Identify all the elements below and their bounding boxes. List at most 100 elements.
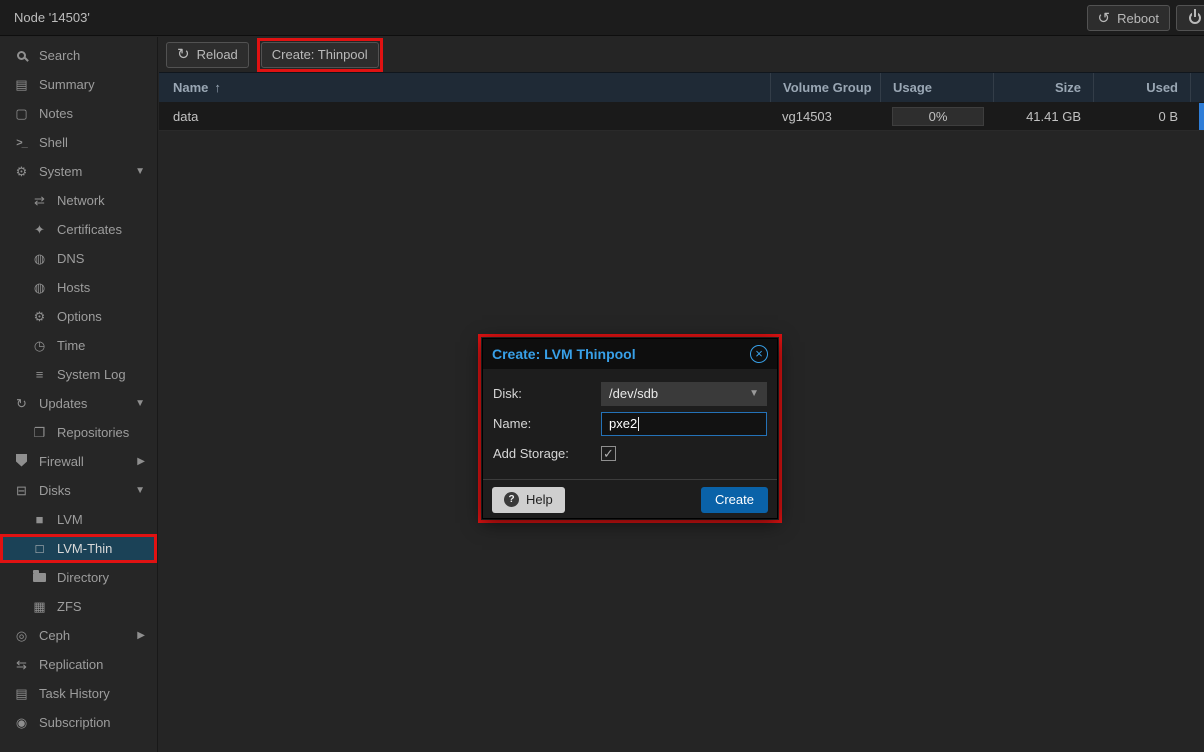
column-header-spacer <box>1190 73 1204 102</box>
sidebar-item-search[interactable]: Search <box>0 41 157 70</box>
chevron-down-icon: ▼ <box>135 485 145 496</box>
sidebar-item-label: ZFS <box>57 599 82 614</box>
sidebar-item-firewall[interactable]: Firewall ▶ <box>0 447 157 476</box>
sidebar-item-subscription[interactable]: ◉ Subscription <box>0 708 157 737</box>
sidebar-item-label: Directory <box>57 570 109 585</box>
table-header: Name ↑ Volume Group Usage Size Used <box>159 72 1204 102</box>
sidebar-item-zfs[interactable]: ▦ ZFS <box>0 592 157 621</box>
sidebar-item-shell[interactable]: >_ Shell <box>0 128 157 157</box>
sidebar-item-label: System Log <box>57 367 126 382</box>
sidebar-item-task-history[interactable]: ▤ Task History <box>0 679 157 708</box>
refresh-icon: ↻ <box>13 396 30 412</box>
cell-used: 0 B <box>1093 102 1190 130</box>
annotation-box: Create: Thinpool <box>257 38 383 72</box>
sidebar-item-label: Search <box>39 48 80 63</box>
hard-drive-icon: ⊟ <box>13 483 30 499</box>
sidebar-item-label: Firewall <box>39 454 84 469</box>
clock-icon: ◷ <box>31 338 48 354</box>
sidebar-item-updates[interactable]: ↻ Updates ▼ <box>0 389 157 418</box>
cell-name: data <box>159 102 770 130</box>
refresh-icon: ↻ <box>177 47 190 62</box>
certificate-icon: ✦ <box>31 222 48 238</box>
sidebar-item-label: Certificates <box>57 222 122 237</box>
target-icon: ◎ <box>13 628 30 644</box>
create-lvm-thinpool-dialog: Create: LVM Thinpool × Disk: /dev/sdb ▼ … <box>482 338 778 519</box>
folder-icon <box>31 570 48 585</box>
shield-icon <box>13 454 30 470</box>
add-storage-field-row: Add Storage: ✓ <box>493 441 767 466</box>
reboot-button[interactable]: ↺ Reboot <box>1087 5 1171 31</box>
dialog-body: Disk: /dev/sdb ▼ Name: pxe2 Add Storage:… <box>483 369 777 479</box>
swap-arrows-icon: ⇄ <box>31 193 48 209</box>
create-thinpool-label: Create: Thinpool <box>272 47 368 62</box>
name-label: Name: <box>493 416 601 431</box>
globe-icon: ◍ <box>31 251 48 267</box>
search-icon <box>13 48 30 63</box>
note-icon: ▢ <box>13 106 30 122</box>
circle-dot-icon: ◉ <box>13 715 30 731</box>
create-button[interactable]: Create <box>701 487 768 513</box>
name-input[interactable]: pxe2 <box>601 412 767 436</box>
chevron-down-icon: ▼ <box>749 388 759 399</box>
sidebar-item-repositories[interactable]: ❐ Repositories <box>0 418 157 447</box>
sort-ascending-icon: ↑ <box>214 80 221 95</box>
node-title: Node '14503' <box>14 0 90 36</box>
sidebar-item-certificates[interactable]: ✦ Certificates <box>0 215 157 244</box>
sidebar-item-label: Ceph <box>39 628 70 643</box>
column-header-name[interactable]: Name ↑ <box>159 73 770 102</box>
grid-icon: ▦ <box>31 599 48 615</box>
sidebar-item-ceph[interactable]: ◎ Ceph ▶ <box>0 621 157 650</box>
help-button[interactable]: ? Help <box>492 487 565 513</box>
question-icon: ? <box>504 492 519 507</box>
add-storage-checkbox[interactable]: ✓ <box>601 446 616 461</box>
disk-field-row: Disk: /dev/sdb ▼ <box>493 381 767 406</box>
sidebar-item-hosts[interactable]: ◍ Hosts <box>0 273 157 302</box>
sidebar-item-time[interactable]: ◷ Time <box>0 331 157 360</box>
sidebar-item-network[interactable]: ⇄ Network <box>0 186 157 215</box>
list-box-icon: ▤ <box>13 686 30 702</box>
sidebar-item-dns[interactable]: ◍ DNS <box>0 244 157 273</box>
sidebar-item-label: Repositories <box>57 425 129 440</box>
sidebar-item-summary[interactable]: ▤ Summary <box>0 70 157 99</box>
column-header-volume-group[interactable]: Volume Group <box>770 73 880 102</box>
rotate-left-icon: ↺ <box>1098 11 1111 26</box>
sidebar-item-directory[interactable]: Directory <box>0 563 157 592</box>
dialog-header[interactable]: Create: LVM Thinpool × <box>483 339 777 369</box>
chevron-down-icon: ▼ <box>135 166 145 177</box>
dialog-footer: ? Help Create <box>483 479 777 519</box>
sidebar-item-notes[interactable]: ▢ Notes <box>0 99 157 128</box>
pages-icon: ❐ <box>31 425 48 441</box>
column-header-size[interactable]: Size <box>993 73 1093 102</box>
column-header-usage[interactable]: Usage <box>880 73 993 102</box>
sidebar-item-label: Shell <box>39 135 68 150</box>
close-icon[interactable]: × <box>750 345 768 363</box>
sidebar-item-label: Hosts <box>57 280 90 295</box>
name-field-row: Name: pxe2 <box>493 411 767 436</box>
sidebar-item-options[interactable]: ⚙ Options <box>0 302 157 331</box>
create-thinpool-button[interactable]: Create: Thinpool <box>261 42 379 68</box>
reload-button[interactable]: ↻ Reload <box>166 42 249 68</box>
sidebar-item-lvm[interactable]: ■ LVM <box>0 505 157 534</box>
sidebar-item-label: LVM <box>57 512 83 527</box>
sidebar-item-label: DNS <box>57 251 84 266</box>
cell-size: 41.41 GB <box>993 102 1093 130</box>
sidebar-item-system[interactable]: ⚙ System ▼ <box>0 157 157 186</box>
dialog-title: Create: LVM Thinpool <box>492 346 636 362</box>
sidebar-item-label: Summary <box>39 77 95 92</box>
power-icon <box>1189 12 1201 24</box>
sidebar-item-label: Time <box>57 338 85 353</box>
scrollbar-thumb[interactable] <box>1199 103 1204 130</box>
sidebar-item-replication[interactable]: ⇆ Replication <box>0 650 157 679</box>
disk-select[interactable]: /dev/sdb ▼ <box>601 382 767 406</box>
sidebar-item-lvm-thin[interactable]: □ LVM-Thin <box>0 534 157 563</box>
table-row[interactable]: data vg14503 0% 41.41 GB 0 B <box>159 102 1204 131</box>
sidebar-item-disks[interactable]: ⊟ Disks ▼ <box>0 476 157 505</box>
disk-select-value: /dev/sdb <box>609 386 658 401</box>
column-header-used[interactable]: Used <box>1093 73 1190 102</box>
square-filled-icon: ■ <box>31 512 48 527</box>
add-storage-label: Add Storage: <box>493 446 601 461</box>
sidebar-item-label: Options <box>57 309 102 324</box>
sidebar-item-system-log[interactable]: ≡ System Log <box>0 360 157 389</box>
shutdown-button[interactable] <box>1176 5 1204 31</box>
sidebar-item-label: Subscription <box>39 715 111 730</box>
